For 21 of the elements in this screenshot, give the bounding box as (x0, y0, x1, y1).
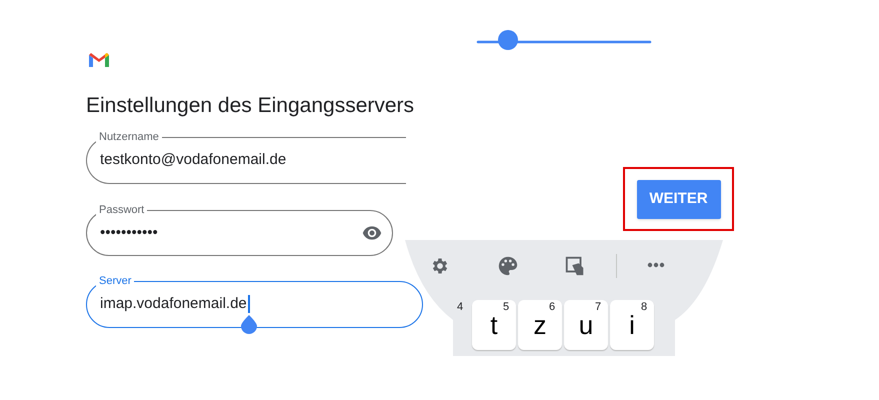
key-hint: 4 (457, 301, 464, 313)
field-label: Nutzername (96, 130, 162, 144)
settings-icon[interactable] (430, 256, 450, 276)
field-label: Passwort (96, 203, 148, 217)
key-hint: 7 (595, 301, 602, 313)
page-title: Einstellungen des Eingangsservers (86, 93, 414, 119)
square-hand-icon[interactable] (564, 255, 586, 277)
eye-icon[interactable] (362, 226, 382, 240)
field-value: ••••••••••• (100, 224, 158, 242)
more-icon[interactable] (647, 262, 665, 268)
palette-icon[interactable] (497, 255, 519, 277)
key-hint: 5 (503, 301, 510, 313)
next-button[interactable]: WEITER (636, 180, 720, 218)
cursor-handle-icon[interactable] (240, 315, 258, 335)
selection-handle-drawing[interactable] (476, 29, 652, 53)
key-hint: 8 (641, 301, 648, 313)
field-label: Server (96, 274, 134, 288)
mail-logo-icon (88, 52, 110, 68)
key-hint: 6 (549, 301, 556, 313)
field-value: imap.vodafonemail.de (100, 295, 250, 313)
field-value: testkonto@vodafonemail.de (100, 151, 286, 169)
